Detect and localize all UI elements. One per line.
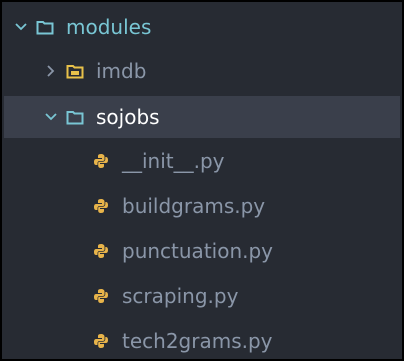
tree-item-label: sojobs [96,105,160,129]
file-tree-panel: modules imdb sojobs __init__.py buildgra… [0,0,404,361]
chevron-down-icon[interactable] [44,107,58,127]
python-icon [90,196,112,216]
tree-item-modules[interactable]: modules [4,6,400,48]
tree-item-imdb[interactable]: imdb [4,50,400,92]
python-icon [90,241,112,261]
tree-item-file[interactable]: tech2grams.py [4,320,400,359]
tree-item-label: tech2grams.py [122,329,273,353]
tree-item-label: modules [66,15,152,39]
python-icon [90,331,112,351]
tree-item-file[interactable]: punctuation.py [4,230,400,272]
tree-item-label: __init__.py [122,149,225,173]
python-icon [90,151,112,171]
python-icon [90,286,112,306]
chevron-down-icon[interactable] [14,17,28,37]
chevron-right-icon[interactable] [44,61,58,81]
tree-item-label: scraping.py [122,284,239,308]
tree-item-file[interactable]: buildgrams.py [4,185,400,227]
tree-item-label: punctuation.py [122,239,274,263]
folder-icon [64,61,86,81]
tree-item-file[interactable]: scraping.py [4,275,400,317]
folder-open-icon [34,17,56,37]
folder-open-icon [64,107,86,127]
tree-item-file[interactable]: __init__.py [4,140,400,182]
tree-item-label: imdb [96,59,147,83]
tree-item-label: buildgrams.py [122,194,266,218]
tree-item-sojobs[interactable]: sojobs [4,96,400,138]
